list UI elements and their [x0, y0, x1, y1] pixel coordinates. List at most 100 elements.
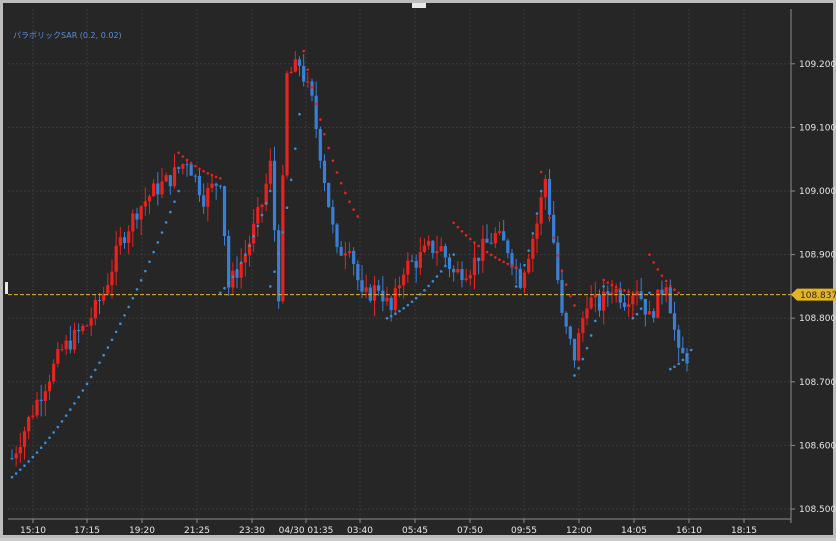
candle-body: [227, 236, 231, 288]
sar-dot: [31, 455, 35, 459]
candle-body: [456, 269, 460, 273]
sar-dot: [664, 279, 668, 283]
sar-dot: [394, 312, 397, 316]
sar-dot: [648, 291, 651, 295]
candle-body: [485, 238, 489, 243]
sar-dot: [10, 475, 14, 479]
candle-body: [135, 213, 139, 220]
sar-dot: [339, 181, 343, 185]
candle-body: [81, 325, 85, 332]
candle-body: [152, 183, 156, 197]
candle-body: [681, 347, 685, 354]
candle-body: [197, 175, 202, 196]
candle-body: [114, 245, 118, 272]
sar-dot: [656, 268, 660, 271]
candle-body: [672, 313, 677, 330]
candle-body: [364, 287, 368, 292]
y-tick-label: 108.500: [799, 505, 836, 515]
candle-body: [377, 285, 381, 291]
sar-dot: [427, 284, 430, 288]
left-resize-handle[interactable]: [5, 282, 8, 294]
sar-dot: [314, 102, 318, 106]
candle-body: [431, 240, 435, 254]
candle-body: [360, 280, 364, 292]
sar-dot: [235, 268, 239, 272]
candle-body: [477, 257, 481, 261]
candle-body: [193, 175, 197, 177]
candle-body: [264, 183, 268, 205]
x-tick-label: 23:30: [239, 526, 265, 536]
candle-body: [543, 178, 547, 198]
sar-dot: [102, 353, 105, 357]
sar-dot: [535, 212, 539, 215]
x-tick-label: 17:15: [74, 526, 100, 536]
sar-dot: [127, 305, 130, 309]
sar-dot: [114, 330, 118, 334]
candle-body: [206, 188, 210, 207]
price-chart[interactable]: 108.500 108.600 108.700 108.800 108.900 109.0…: [3, 3, 836, 541]
candle-body: [556, 242, 560, 281]
candle-body: [314, 95, 318, 129]
candle-body: [143, 201, 147, 207]
candle-body: [335, 224, 339, 247]
top-resize-handle[interactable]: [412, 3, 426, 8]
sar-dot: [456, 225, 460, 229]
sar-dot: [206, 172, 210, 175]
sar-dot: [610, 283, 614, 287]
sar-dot: [594, 319, 597, 323]
candle-body: [393, 288, 397, 311]
x-tick-label: 12:00: [566, 526, 592, 536]
sar-dot: [464, 233, 468, 237]
candle-body: [435, 251, 439, 254]
candle-body: [506, 240, 510, 254]
candle-body: [322, 160, 327, 184]
sar-dot: [502, 260, 505, 264]
sar-dot: [56, 425, 60, 429]
sar-dot: [160, 231, 164, 234]
x-tick-label: 09:55: [511, 526, 537, 536]
sar-dot: [239, 261, 243, 265]
candle-body: [256, 207, 260, 224]
candle-body: [302, 65, 306, 82]
current-price-label: 108.837: [800, 291, 836, 301]
candle-body: [47, 381, 52, 392]
candle-body: [268, 160, 272, 184]
candle-body: [272, 160, 277, 231]
sar-dot: [281, 230, 285, 234]
sar-dot: [431, 280, 435, 283]
candle-body: [35, 399, 39, 416]
sar-dot: [106, 346, 110, 349]
sar-dot: [144, 269, 147, 273]
sar-dot: [623, 289, 626, 292]
sar-dot: [60, 420, 64, 423]
sar-dot: [614, 285, 618, 289]
sar-dot: [389, 314, 393, 318]
candle-body: [560, 280, 564, 313]
sar-dot: [64, 414, 68, 417]
candle-body: [68, 340, 72, 350]
candle-body: [647, 311, 652, 315]
candle-body: [589, 297, 593, 309]
candle-body: [127, 231, 131, 244]
sar-dot: [481, 247, 485, 251]
sar-dot: [214, 175, 218, 179]
x-tick-label: 03:40: [347, 526, 373, 536]
sar-dot: [444, 264, 447, 268]
candle-body: [18, 447, 22, 454]
sar-dot: [402, 306, 405, 310]
candle-body: [235, 270, 239, 278]
candle-body: [177, 167, 181, 169]
sar-dot: [673, 288, 676, 291]
candle-body: [531, 238, 535, 259]
candle-body: [656, 289, 660, 318]
candle-body: [627, 304, 631, 307]
sar-dot: [119, 322, 122, 326]
candle-body: [93, 299, 97, 319]
sar-dot: [669, 284, 672, 288]
sar-dot: [273, 270, 276, 273]
sar-dot: [81, 389, 85, 392]
sar-dot: [469, 237, 472, 241]
y-tick-label: 108.700: [799, 378, 836, 388]
candle-body: [43, 391, 47, 401]
sar-dot: [89, 375, 93, 379]
